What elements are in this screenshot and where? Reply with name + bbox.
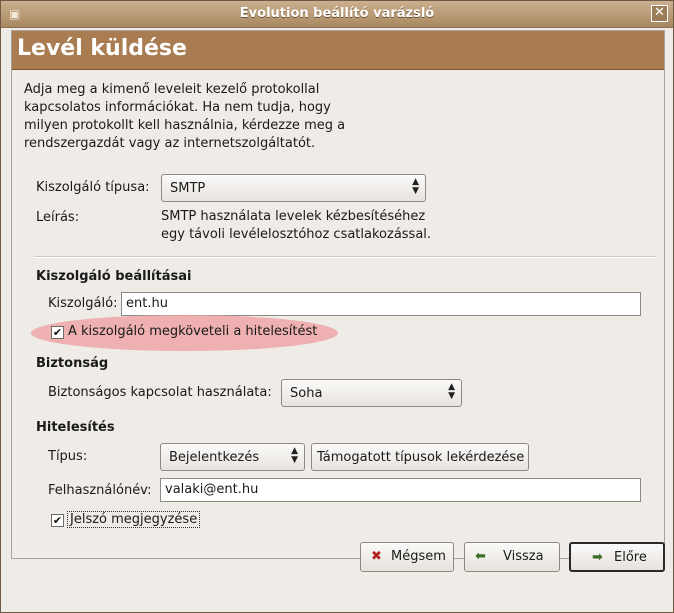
auth-required-checkbox[interactable]: ✔: [51, 326, 64, 339]
wizard-window: ▣ Evolution beállító varázsló ✕ Levél kü…: [0, 0, 674, 613]
username-value: valaki@ent.hu: [165, 482, 259, 497]
auth-type-label: Típus:: [48, 449, 88, 464]
username-input[interactable]: valaki@ent.hu: [160, 478, 641, 502]
secure-connection-label: Biztonságos kapcsolat használata:: [48, 385, 272, 400]
cancel-button[interactable]: ✖ Mégsem: [360, 542, 454, 572]
close-button[interactable]: ✕: [651, 5, 668, 22]
server-value: ent.hu: [126, 296, 168, 311]
check-supported-types-button[interactable]: Támogatott típusok lekérdezése: [311, 443, 529, 471]
forward-label: Előre: [614, 550, 647, 565]
auth-required-label[interactable]: A kiszolgáló megköveteli a hitelesítést: [68, 324, 317, 339]
updown-arrows-icon: ▲ ▼: [448, 382, 455, 401]
check-supported-types-label: Támogatott típusok lekérdezése: [317, 450, 525, 465]
description-value: SMTP használata levelek kézbesítéséhez e…: [161, 209, 432, 242]
back-arrow-icon: ⬅: [475, 549, 486, 564]
wizard-page: Levél küldése Adja meg a kimenő leveleit…: [11, 30, 665, 559]
security-heading: Biztonság: [36, 356, 109, 371]
server-type-select[interactable]: SMTP ▲ ▼: [161, 174, 426, 202]
auth-type-value: Bejelentkezés: [169, 450, 260, 465]
secure-connection-select[interactable]: Soha ▲ ▼: [281, 379, 462, 407]
page-description: Adja meg a kimenő leveleit kezelő protok…: [24, 82, 346, 151]
description-label: Leírás:: [36, 210, 80, 225]
remember-password-label[interactable]: Jelszó megjegyzése: [67, 511, 201, 528]
secure-connection-value: Soha: [290, 386, 323, 401]
forward-button[interactable]: ➡ Előre: [569, 542, 665, 572]
server-type-label: Kiszolgáló típusa:: [36, 180, 150, 195]
server-settings-heading: Kiszolgáló beállításai: [36, 269, 192, 284]
page-banner: Levél küldése: [12, 31, 664, 70]
server-label: Kiszolgáló:: [48, 296, 118, 311]
page-title: Levél küldése: [17, 36, 187, 61]
title-bar: ▣ Evolution beállító varázsló ✕: [1, 1, 673, 28]
updown-arrows-icon: ▲ ▼: [291, 446, 298, 465]
remember-password-checkbox[interactable]: ✔: [51, 514, 64, 527]
server-input[interactable]: ent.hu: [121, 292, 641, 316]
forward-arrow-icon: ➡: [592, 550, 603, 565]
window-title: Evolution beállító varázsló: [239, 6, 435, 21]
back-button[interactable]: ⬅ Vissza: [464, 542, 560, 572]
cancel-label: Mégsem: [391, 549, 446, 564]
back-label: Vissza: [503, 549, 544, 564]
updown-arrows-icon: ▲ ▼: [412, 177, 419, 196]
username-label: Felhasználónév:: [48, 483, 152, 498]
authentication-heading: Hitelesítés: [36, 420, 115, 435]
auth-type-select[interactable]: Bejelentkezés ▲ ▼: [160, 443, 305, 471]
server-type-value: SMTP: [170, 181, 206, 196]
cancel-icon: ✖: [371, 549, 382, 564]
divider: [34, 256, 656, 258]
